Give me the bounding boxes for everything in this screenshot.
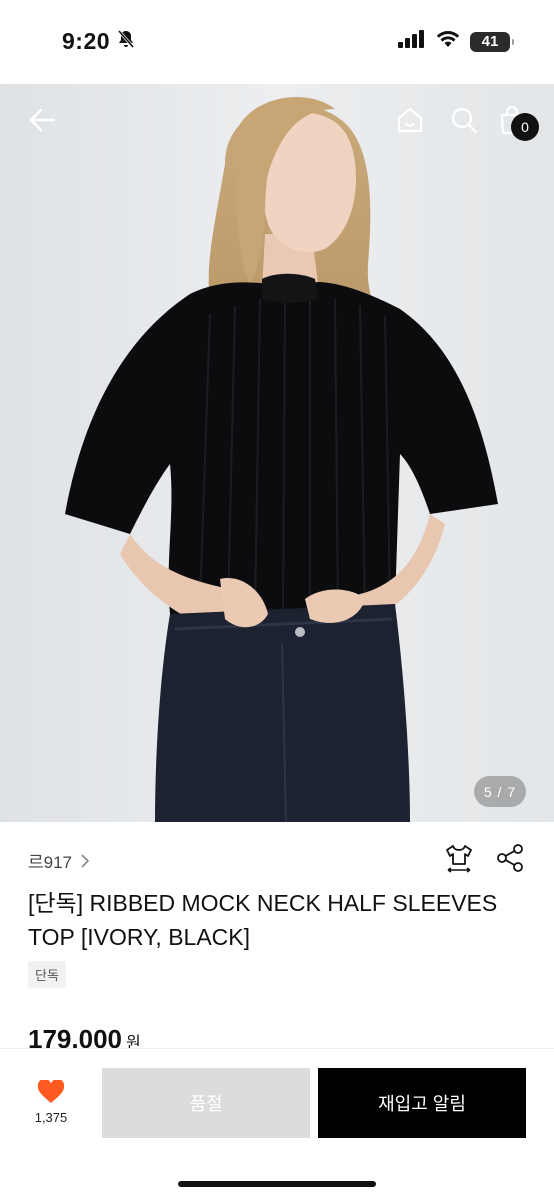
- like-button[interactable]: 1,375: [26, 1080, 76, 1125]
- product-actions: [444, 843, 524, 880]
- status-icons: 41: [398, 30, 514, 53]
- clock: 9:20: [62, 28, 136, 55]
- like-count: 1,375: [34, 1110, 68, 1125]
- image-page-indicator: 5 / 7: [474, 776, 526, 807]
- exclusive-tag: 단독: [28, 961, 66, 988]
- status-bar: 9:20 41: [0, 0, 554, 84]
- back-button[interactable]: [22, 100, 62, 140]
- time-text: 9:20: [62, 28, 111, 54]
- signal-icon: [398, 30, 426, 53]
- top-navigation: [0, 84, 554, 154]
- heart-icon: [37, 1080, 65, 1103]
- battery-level: 41: [481, 33, 499, 50]
- restock-notify-button[interactable]: 재입고 알림: [318, 1068, 526, 1138]
- search-button[interactable]: [444, 100, 484, 140]
- cart-count-badge: 0: [511, 113, 539, 141]
- product-title: [단독] RIBBED MOCK NECK HALF SLEEVES TOP […: [28, 890, 498, 950]
- home-icon: [397, 107, 423, 133]
- brand-link[interactable]: 르917: [28, 848, 90, 873]
- tshirt-size-icon: [446, 845, 472, 873]
- search-icon: [451, 107, 478, 134]
- chevron-right-icon: [81, 853, 90, 868]
- back-arrow-icon: [29, 108, 56, 132]
- soldout-button[interactable]: 품절: [102, 1068, 310, 1138]
- size-guide-button[interactable]: [444, 843, 474, 880]
- product-photo: [0, 84, 554, 822]
- share-button[interactable]: [496, 843, 524, 880]
- brand-name: 르917: [28, 853, 73, 872]
- share-icon: [497, 844, 523, 872]
- wifi-icon: [436, 30, 460, 53]
- home-indicator: [178, 1181, 376, 1187]
- product-image[interactable]: [0, 84, 554, 822]
- bell-slash-icon: [116, 28, 136, 55]
- home-button[interactable]: [390, 100, 430, 140]
- battery-icon: 41: [470, 31, 514, 52]
